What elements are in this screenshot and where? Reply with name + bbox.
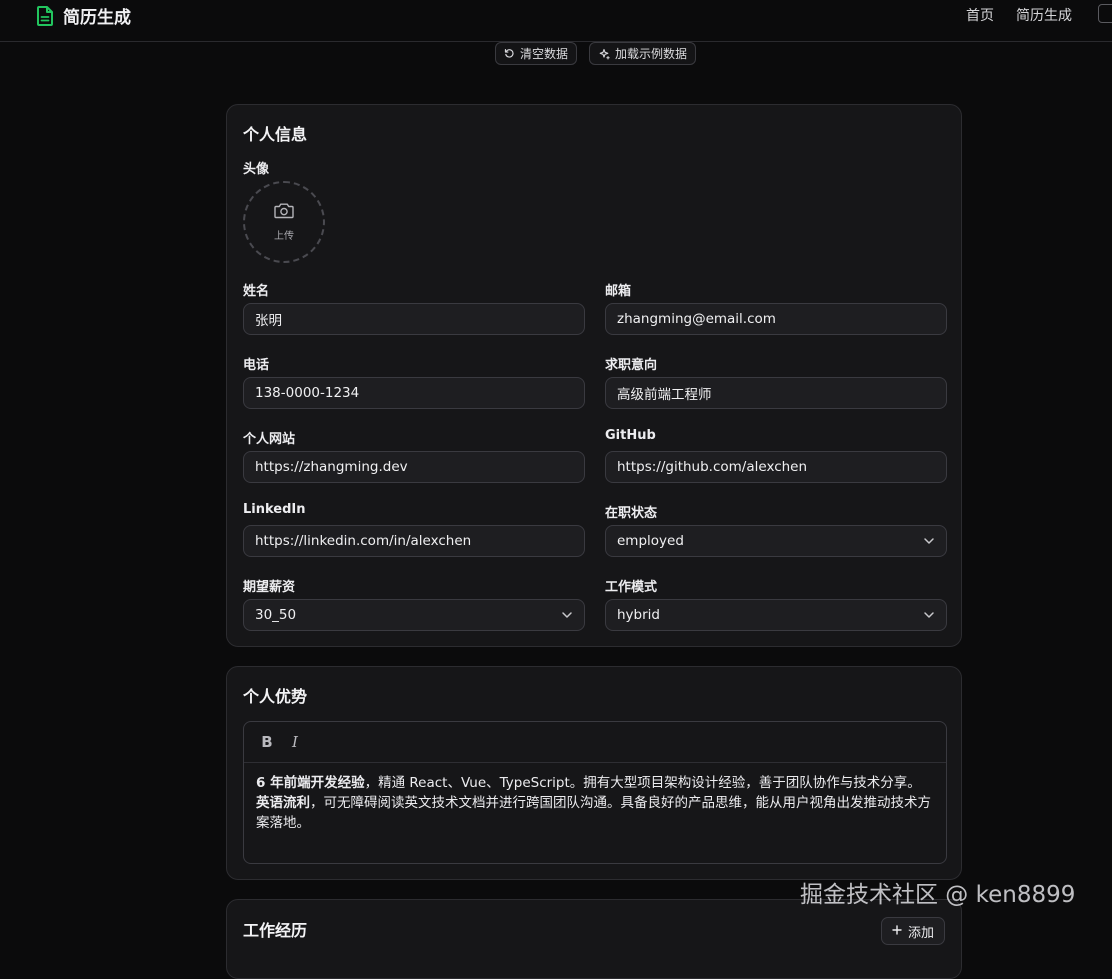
upload-text: 上传 <box>274 231 294 242</box>
text: ，可无障碍阅读英文技术文档并进行跨国团队沟通。具备良好的产品思维，能从用户视角出… <box>256 795 931 831</box>
phone-field[interactable]: 138-0000-1234 <box>243 377 585 409</box>
github-label: GitHub <box>605 428 656 443</box>
strengths-card: 个人优势 B I 6 年前端开发经验，精通 React、Vue、TypeScri… <box>226 666 962 880</box>
main-nav: 首页 简历生成 <box>966 5 1072 25</box>
work-experience-card: 工作经历 添加 <box>226 899 962 979</box>
nav-home[interactable]: 首页 <box>966 5 994 25</box>
camera-icon <box>274 202 294 223</box>
sparkles-icon <box>598 48 610 60</box>
watermark: 掘金技术社区 @ ken8899 <box>800 882 1076 908</box>
app-title: 简历生成 <box>63 8 131 28</box>
website-field[interactable]: https://zhangming.dev <box>243 451 585 483</box>
salary-value: 30_50 <box>255 607 297 623</box>
nav-resume-builder[interactable]: 简历生成 <box>1016 5 1072 25</box>
chevron-down-icon <box>561 607 573 623</box>
salary-label: 期望薪资 <box>243 580 296 595</box>
file-text-icon <box>36 5 54 26</box>
bold-text: 6 年前端开发经验 <box>256 775 365 791</box>
website-label: 个人网站 <box>243 432 296 447</box>
chevron-down-icon <box>923 533 935 549</box>
italic-button[interactable]: I <box>288 733 302 751</box>
brand[interactable]: 简历生成 <box>36 3 131 28</box>
section-title: 个人优势 <box>243 687 308 706</box>
personal-info-card: 个人信息 头像 上传 姓名 张明 邮箱 zhangming@email.com … <box>226 104 962 647</box>
work-mode-label: 工作模式 <box>605 580 658 595</box>
status-label: 在职状态 <box>605 506 658 521</box>
rotate-ccw-icon <box>504 48 515 59</box>
clear-data-button[interactable]: 清空数据 <box>495 42 578 65</box>
work-mode-value: hybrid <box>617 607 660 623</box>
editor-toolbar: B I <box>244 722 946 763</box>
text: ，精通 React、Vue、TypeScript。拥有大型项目架构设计经验，善于… <box>364 775 921 791</box>
load-sample-label: 加载示例数据 <box>615 47 688 61</box>
linkedin-label: LinkedIn <box>243 502 306 517</box>
work-mode-select[interactable]: hybrid <box>605 599 947 631</box>
bold-text: 英语流利 <box>256 795 310 811</box>
status-select[interactable]: employed <box>605 525 947 557</box>
status-value: employed <box>617 533 684 549</box>
salary-select[interactable]: 30_50 <box>243 599 585 631</box>
github-field[interactable]: https://github.com/alexchen <box>605 451 947 483</box>
plus-icon <box>892 924 902 939</box>
avatar-label: 头像 <box>243 162 270 177</box>
clear-data-label: 清空数据 <box>520 47 569 61</box>
toolbar-actions: 清空数据 加载示例数据 <box>495 42 697 65</box>
name-label: 姓名 <box>243 284 270 299</box>
section-title: 个人信息 <box>243 125 308 144</box>
add-label: 添加 <box>907 925 934 941</box>
rich-text-editor[interactable]: B I 6 年前端开发经验，精通 React、Vue、TypeScript。拥有… <box>243 721 947 864</box>
menu-button[interactable] <box>1098 4 1112 23</box>
job-intent-label: 求职意向 <box>605 358 658 373</box>
editor-content[interactable]: 6 年前端开发经验，精通 React、Vue、TypeScript。拥有大型项目… <box>244 763 946 843</box>
job-intent-field[interactable]: 高级前端工程师 <box>605 377 947 409</box>
phone-label: 电话 <box>243 358 270 373</box>
section-title: 工作经历 <box>243 921 308 940</box>
email-field[interactable]: zhangming@email.com <box>605 303 947 335</box>
avatar-upload[interactable]: 上传 <box>243 181 325 263</box>
chevron-down-icon <box>923 607 935 623</box>
linkedin-field[interactable]: https://linkedin.com/in/alexchen <box>243 525 585 557</box>
bold-button[interactable]: B <box>260 733 274 751</box>
name-field[interactable]: 张明 <box>243 303 585 335</box>
load-sample-button[interactable]: 加载示例数据 <box>589 42 697 65</box>
email-label: 邮箱 <box>605 284 632 299</box>
top-navbar: 简历生成 首页 简历生成 <box>0 0 1112 42</box>
add-experience-button[interactable]: 添加 <box>880 917 945 945</box>
